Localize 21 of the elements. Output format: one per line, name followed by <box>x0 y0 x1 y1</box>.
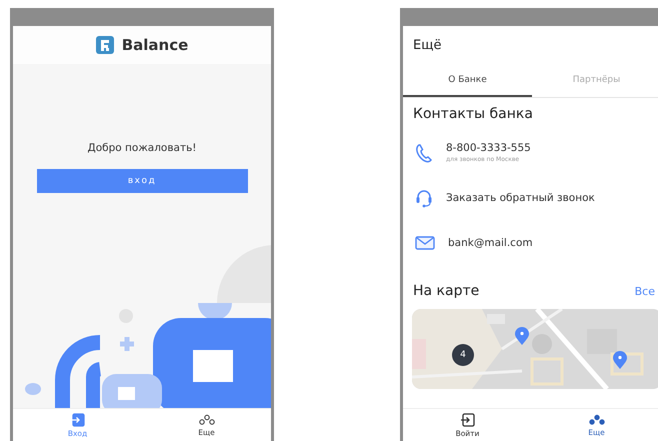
contact-text: Заказать обратный звонок <box>446 192 595 204</box>
dots-icon <box>588 414 604 426</box>
map-pin-icon[interactable] <box>613 351 627 369</box>
mail-icon <box>415 234 435 250</box>
dots-icon <box>198 414 214 426</box>
login-icon <box>70 412 84 426</box>
contact-row[interactable]: Заказать обратный звонок <box>403 175 658 220</box>
welcome-text: Добро пожаловать! <box>88 142 196 154</box>
contact-row[interactable]: bank@mail.com <box>403 220 658 265</box>
login-icon <box>460 412 474 426</box>
phone-icon <box>415 142 433 162</box>
section-title: Контакты банка <box>412 105 534 124</box>
screen-title: Ещё <box>413 38 442 52</box>
app-name: Balance <box>122 36 188 54</box>
contact-text: bank@mail.com <box>448 236 533 248</box>
tab[interactable]: О Банке <box>403 64 532 97</box>
map-pin-icon[interactable] <box>515 327 529 345</box>
contact-text: 8-800-3333-555 <box>446 142 531 154</box>
headset-icon <box>415 188 433 208</box>
logo-icon <box>96 36 114 54</box>
section-title: На карте <box>413 283 480 299</box>
